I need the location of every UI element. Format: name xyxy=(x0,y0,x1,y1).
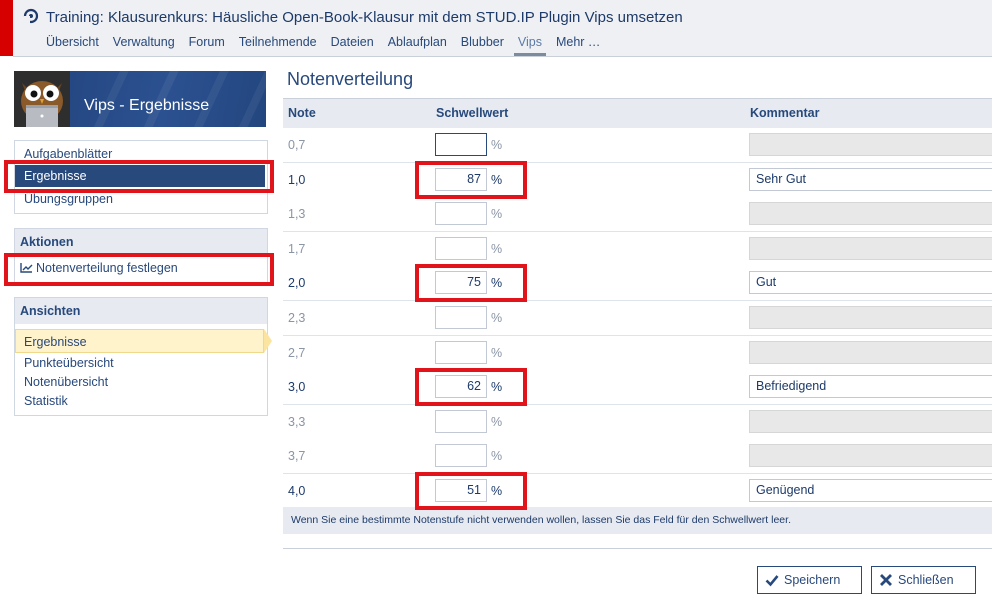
percent-label: % xyxy=(491,138,503,152)
sidebar-highlight-notenverteilung xyxy=(4,253,274,286)
comment-input xyxy=(749,409,992,433)
note-cell: 2,7 xyxy=(288,345,306,360)
note-cell: 1,3 xyxy=(288,207,306,222)
course-icon xyxy=(23,8,39,24)
threshold-input[interactable] xyxy=(435,409,487,433)
col-schwellwert: Schwellwert xyxy=(436,106,509,120)
threshold-input[interactable] xyxy=(435,236,487,260)
note-cell: 3,0 xyxy=(288,380,306,395)
col-note: Note xyxy=(288,106,316,120)
table-row: 2,7% xyxy=(283,335,992,371)
view-item-ergebnisse[interactable]: Ergebnisse xyxy=(15,329,272,353)
note-cell: 0,7 xyxy=(288,138,306,152)
note-cell: 1,0 xyxy=(288,172,306,187)
comment-input xyxy=(749,133,992,156)
nav-blubber[interactable]: Blubber xyxy=(461,35,504,55)
comment-input xyxy=(749,340,992,364)
close-button-label: Schließen xyxy=(898,573,954,587)
save-button[interactable]: Speichern xyxy=(757,566,862,594)
threshold-input[interactable] xyxy=(435,444,487,468)
table-row: 0,7% xyxy=(283,128,992,163)
threshold-input[interactable] xyxy=(435,133,487,156)
comment-input[interactable]: Genügend xyxy=(749,479,992,502)
percent-label: % xyxy=(491,311,503,325)
views-box: Ansichten Punkteübersicht Notenübersicht… xyxy=(14,297,268,416)
note-cell: 4,0 xyxy=(288,484,306,498)
owl-logo-icon xyxy=(14,71,70,127)
view-item-statistik[interactable]: Statistik xyxy=(15,394,68,408)
footnote: Wenn Sie eine bestimmte Notenstufe nicht… xyxy=(283,507,992,534)
note-cell: 3,7 xyxy=(288,449,306,464)
threshold-highlight-box xyxy=(415,160,527,199)
comment-input[interactable]: Sehr Gut xyxy=(749,167,992,191)
sidebar-title: Vips - Ergebnisse xyxy=(84,97,210,114)
comment-input[interactable]: Befriedigend xyxy=(749,375,992,399)
nav-vips[interactable]: Vips xyxy=(513,35,547,56)
percent-label: % xyxy=(491,207,503,222)
actions-header: Aktionen xyxy=(15,229,267,255)
views-header: Ansichten xyxy=(15,298,267,324)
table-row: 2,0 75% Gut xyxy=(283,266,992,302)
comment-input xyxy=(749,306,992,329)
comment-input[interactable]: Gut xyxy=(749,271,992,295)
save-button-label: Speichern xyxy=(784,573,841,587)
course-header: Training: Klausurenkurs: Häusliche Open-… xyxy=(13,0,992,57)
nav-uebersicht[interactable]: Übersicht xyxy=(46,35,99,55)
page-title: Notenverteilung xyxy=(287,69,414,89)
sidebar-item-uebungsgruppen[interactable]: Übungsgruppen xyxy=(15,192,113,206)
comment-input xyxy=(749,444,992,468)
note-cell: 3,3 xyxy=(288,414,306,429)
divider xyxy=(283,548,992,549)
table-row: 1,3% xyxy=(283,197,992,233)
check-icon xyxy=(765,575,779,587)
threshold-highlight-box xyxy=(415,368,527,407)
table-row: 3,3% xyxy=(283,404,992,440)
sidebar-header: Vips - Ergebnisse xyxy=(14,71,266,127)
nav-teilnehmende[interactable]: Teilnehmende xyxy=(239,35,317,55)
table-row: 3,7% xyxy=(283,439,992,475)
nav-forum[interactable]: Forum xyxy=(189,35,225,55)
threshold-input[interactable] xyxy=(435,340,487,364)
percent-label: % xyxy=(491,449,503,464)
table-row: 2,3% xyxy=(283,301,992,336)
sidebar-item-aufgabenblaetter[interactable]: Aufgabenblätter xyxy=(15,147,112,161)
table-row: 4,0 51% Genügend xyxy=(283,474,992,509)
threshold-highlight-box xyxy=(415,264,527,303)
table-header: Note Schwellwert Kommentar xyxy=(283,98,992,129)
table-row: 1,7% xyxy=(283,231,992,267)
percent-label: % xyxy=(491,241,503,256)
comment-input xyxy=(749,236,992,260)
col-kommentar: Kommentar xyxy=(750,106,820,120)
course-nav: Übersicht Verwaltung Forum Teilnehmende … xyxy=(46,35,614,56)
view-item-notenuebersicht[interactable]: Notenübersicht xyxy=(15,375,108,389)
note-cell: 2,3 xyxy=(288,311,306,325)
nav-ablaufplan[interactable]: Ablaufplan xyxy=(388,35,447,55)
nav-verwaltung[interactable]: Verwaltung xyxy=(113,35,175,55)
percent-label: % xyxy=(491,345,503,360)
nav-dateien[interactable]: Dateien xyxy=(331,35,374,55)
brand-bar xyxy=(0,0,13,56)
view-item-punkteuebersicht[interactable]: Punkteübersicht xyxy=(15,356,114,370)
sidebar-highlight-ergebnisse xyxy=(4,160,274,193)
note-cell: 1,7 xyxy=(288,241,306,256)
percent-label: % xyxy=(491,414,503,429)
close-button[interactable]: Schließen xyxy=(871,566,976,594)
course-title: Training: Klausurenkurs: Häusliche Open-… xyxy=(46,9,683,26)
close-icon xyxy=(880,574,892,586)
nav-mehr[interactable]: Mehr … xyxy=(556,35,600,55)
threshold-input[interactable] xyxy=(435,202,487,226)
threshold-highlight-box xyxy=(415,472,527,510)
table-row: 3,0 62% Befriedigend xyxy=(283,370,992,406)
comment-input xyxy=(749,202,992,226)
note-cell: 2,0 xyxy=(288,276,306,291)
threshold-input[interactable] xyxy=(435,306,487,329)
table-row: 1,0 87% Sehr Gut xyxy=(283,162,992,198)
